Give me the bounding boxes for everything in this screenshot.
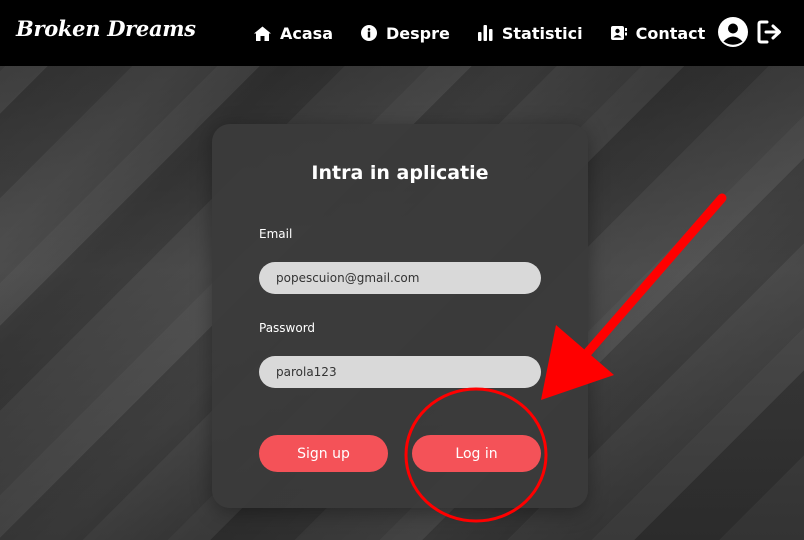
login-button[interactable]: Log in bbox=[412, 435, 541, 472]
info-icon bbox=[360, 25, 377, 41]
bar-chart-icon bbox=[477, 25, 493, 41]
nav-link-despre[interactable]: Despre bbox=[360, 23, 450, 43]
contact-card-icon bbox=[610, 26, 627, 40]
nav-link-contact[interactable]: Contact bbox=[610, 23, 706, 43]
nav-link-label: Contact bbox=[635, 23, 706, 43]
email-label: Email bbox=[259, 227, 293, 241]
home-icon bbox=[254, 26, 271, 41]
nav-link-label: Statistici bbox=[501, 23, 583, 43]
nav-link-acasa[interactable]: Acasa bbox=[254, 24, 333, 43]
navbar: Broken Dreams Acasa Despre Statistici Co… bbox=[0, 0, 804, 66]
email-field[interactable] bbox=[259, 262, 541, 294]
login-card: Intra in aplicatie Email Password Sign u… bbox=[212, 124, 588, 508]
brand-logo[interactable]: Broken Dreams bbox=[16, 16, 196, 41]
nav-link-statistici[interactable]: Statistici bbox=[477, 23, 583, 43]
password-label: Password bbox=[259, 321, 316, 335]
password-field[interactable] bbox=[259, 356, 541, 388]
nav-links: Acasa Despre Statistici Contact bbox=[254, 0, 733, 66]
signup-button[interactable]: Sign up bbox=[259, 435, 388, 472]
nav-link-label: Acasa bbox=[280, 23, 333, 43]
login-title: Intra in aplicatie bbox=[311, 162, 489, 184]
user-circle-icon[interactable] bbox=[718, 17, 748, 47]
logout-icon[interactable] bbox=[757, 19, 783, 45]
nav-link-label: Despre bbox=[385, 23, 450, 43]
nav-user-actions bbox=[718, 17, 783, 47]
